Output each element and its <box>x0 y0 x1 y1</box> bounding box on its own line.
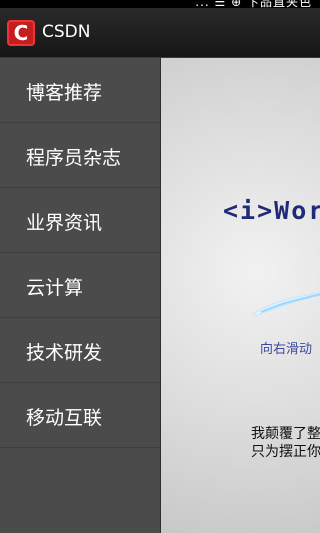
logo-letter: C <box>13 21 29 45</box>
navigation-drawer: 博客推荐 程序员杂志 业界资讯 云计算 技术研发 移动互联 <box>0 58 161 533</box>
app-title: CSDN <box>42 22 91 42</box>
drawer-item-label: 程序员杂志 <box>26 147 122 169</box>
status-bar: ... ☰ ⊕ 卞品直夹色 <box>0 0 320 8</box>
drawer-item-label: 博客推荐 <box>26 82 103 104</box>
drawer-item-tech-rd[interactable]: 技术研发 <box>0 318 160 383</box>
drawer-item-label: 云计算 <box>26 277 84 299</box>
drawer-item-blog-recommend[interactable]: 博客推荐 <box>0 58 160 123</box>
drawer-item-mobile-internet[interactable]: 移动互联 <box>0 383 160 448</box>
drawer-item-industry-news[interactable]: 业界资讯 <box>0 188 160 253</box>
splash-copy-line1: 我颠覆了整 <box>251 426 320 442</box>
drawer-item-label: 技术研发 <box>26 342 103 364</box>
iworld-logo-text: <i>Wor <box>223 196 320 225</box>
action-bar: C CSDN <box>0 8 320 58</box>
status-bar-icons: ... ☰ ⊕ 卞品直夹色 <box>195 0 312 8</box>
drawer-item-programmer-magazine[interactable]: 程序员杂志 <box>0 123 160 188</box>
drawer-item-label: 移动互联 <box>26 407 103 429</box>
splash-copy-line2: 只为摆正你 <box>251 444 320 460</box>
splash-content[interactable]: <i>Wor 向右滑动 我颠覆了整 只为摆正你 <box>161 58 320 533</box>
drawer-item-label: 业界资讯 <box>26 212 103 234</box>
swoosh-icon <box>252 292 320 317</box>
drawer-item-cloud-computing[interactable]: 云计算 <box>0 253 160 318</box>
csdn-logo-icon[interactable]: C <box>7 20 35 46</box>
swipe-right-hint: 向右滑动 <box>260 342 313 357</box>
